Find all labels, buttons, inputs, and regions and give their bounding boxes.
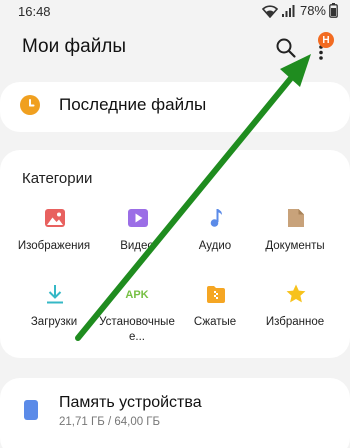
category-label: Аудио bbox=[198, 240, 232, 252]
category-images[interactable]: Изображения bbox=[11, 207, 97, 277]
category-video[interactable]: Видео bbox=[94, 207, 180, 277]
battery-icon bbox=[329, 3, 338, 18]
svg-text:APK: APK bbox=[125, 289, 148, 301]
video-icon bbox=[128, 209, 148, 227]
clock-icon bbox=[20, 95, 40, 115]
category-label: Видео bbox=[120, 240, 154, 252]
storage-size: 21,71 ГБ / 64,00 ГБ bbox=[59, 416, 161, 428]
recent-files-item[interactable]: Последние файлы bbox=[0, 82, 350, 132]
search-icon bbox=[276, 38, 296, 58]
notification-badge: Н bbox=[318, 32, 334, 48]
document-icon bbox=[288, 209, 304, 227]
archive-icon bbox=[207, 286, 225, 303]
category-downloads[interactable]: Загрузки bbox=[11, 283, 97, 353]
phone-storage-icon bbox=[24, 400, 38, 420]
apk-icon: APK bbox=[125, 289, 148, 301]
wifi-icon bbox=[261, 4, 278, 18]
category-label: Избранное bbox=[265, 316, 325, 328]
storage-label: Память устройства bbox=[59, 394, 202, 411]
category-label: Установочные е... bbox=[99, 316, 175, 343]
category-label: Загрузки bbox=[30, 316, 78, 328]
category-archives[interactable]: Сжатые bbox=[172, 283, 258, 353]
audio-icon bbox=[210, 209, 222, 227]
device-storage-item[interactable]: Память устройства 21,71 ГБ / 64,00 ГБ bbox=[0, 378, 350, 448]
status-bar: 16:48 78% bbox=[0, 0, 350, 24]
category-favorites[interactable]: Избранное bbox=[252, 283, 338, 353]
categories-section: Категории Изображения Видео Аудио Докуме… bbox=[0, 150, 350, 358]
category-documents[interactable]: Документы bbox=[252, 207, 338, 277]
status-time: 16:48 bbox=[18, 4, 51, 19]
status-icons: 78% bbox=[261, 3, 338, 18]
category-apk[interactable]: APK Установочные е... bbox=[91, 283, 183, 353]
category-label: Сжатые bbox=[193, 316, 237, 328]
battery-percent: 78% bbox=[299, 3, 326, 18]
download-icon bbox=[47, 285, 63, 304]
signal-icon bbox=[281, 4, 295, 17]
page-title: Мои файлы bbox=[22, 36, 127, 57]
image-icon bbox=[45, 209, 65, 227]
category-label: Документы bbox=[265, 240, 325, 252]
search-button[interactable] bbox=[274, 36, 298, 60]
categories-title: Категории bbox=[22, 170, 93, 187]
star-icon bbox=[286, 284, 306, 303]
category-audio[interactable]: Аудио bbox=[172, 207, 258, 277]
category-label: Изображения bbox=[17, 240, 91, 252]
recent-files-label: Последние файлы bbox=[59, 95, 207, 114]
